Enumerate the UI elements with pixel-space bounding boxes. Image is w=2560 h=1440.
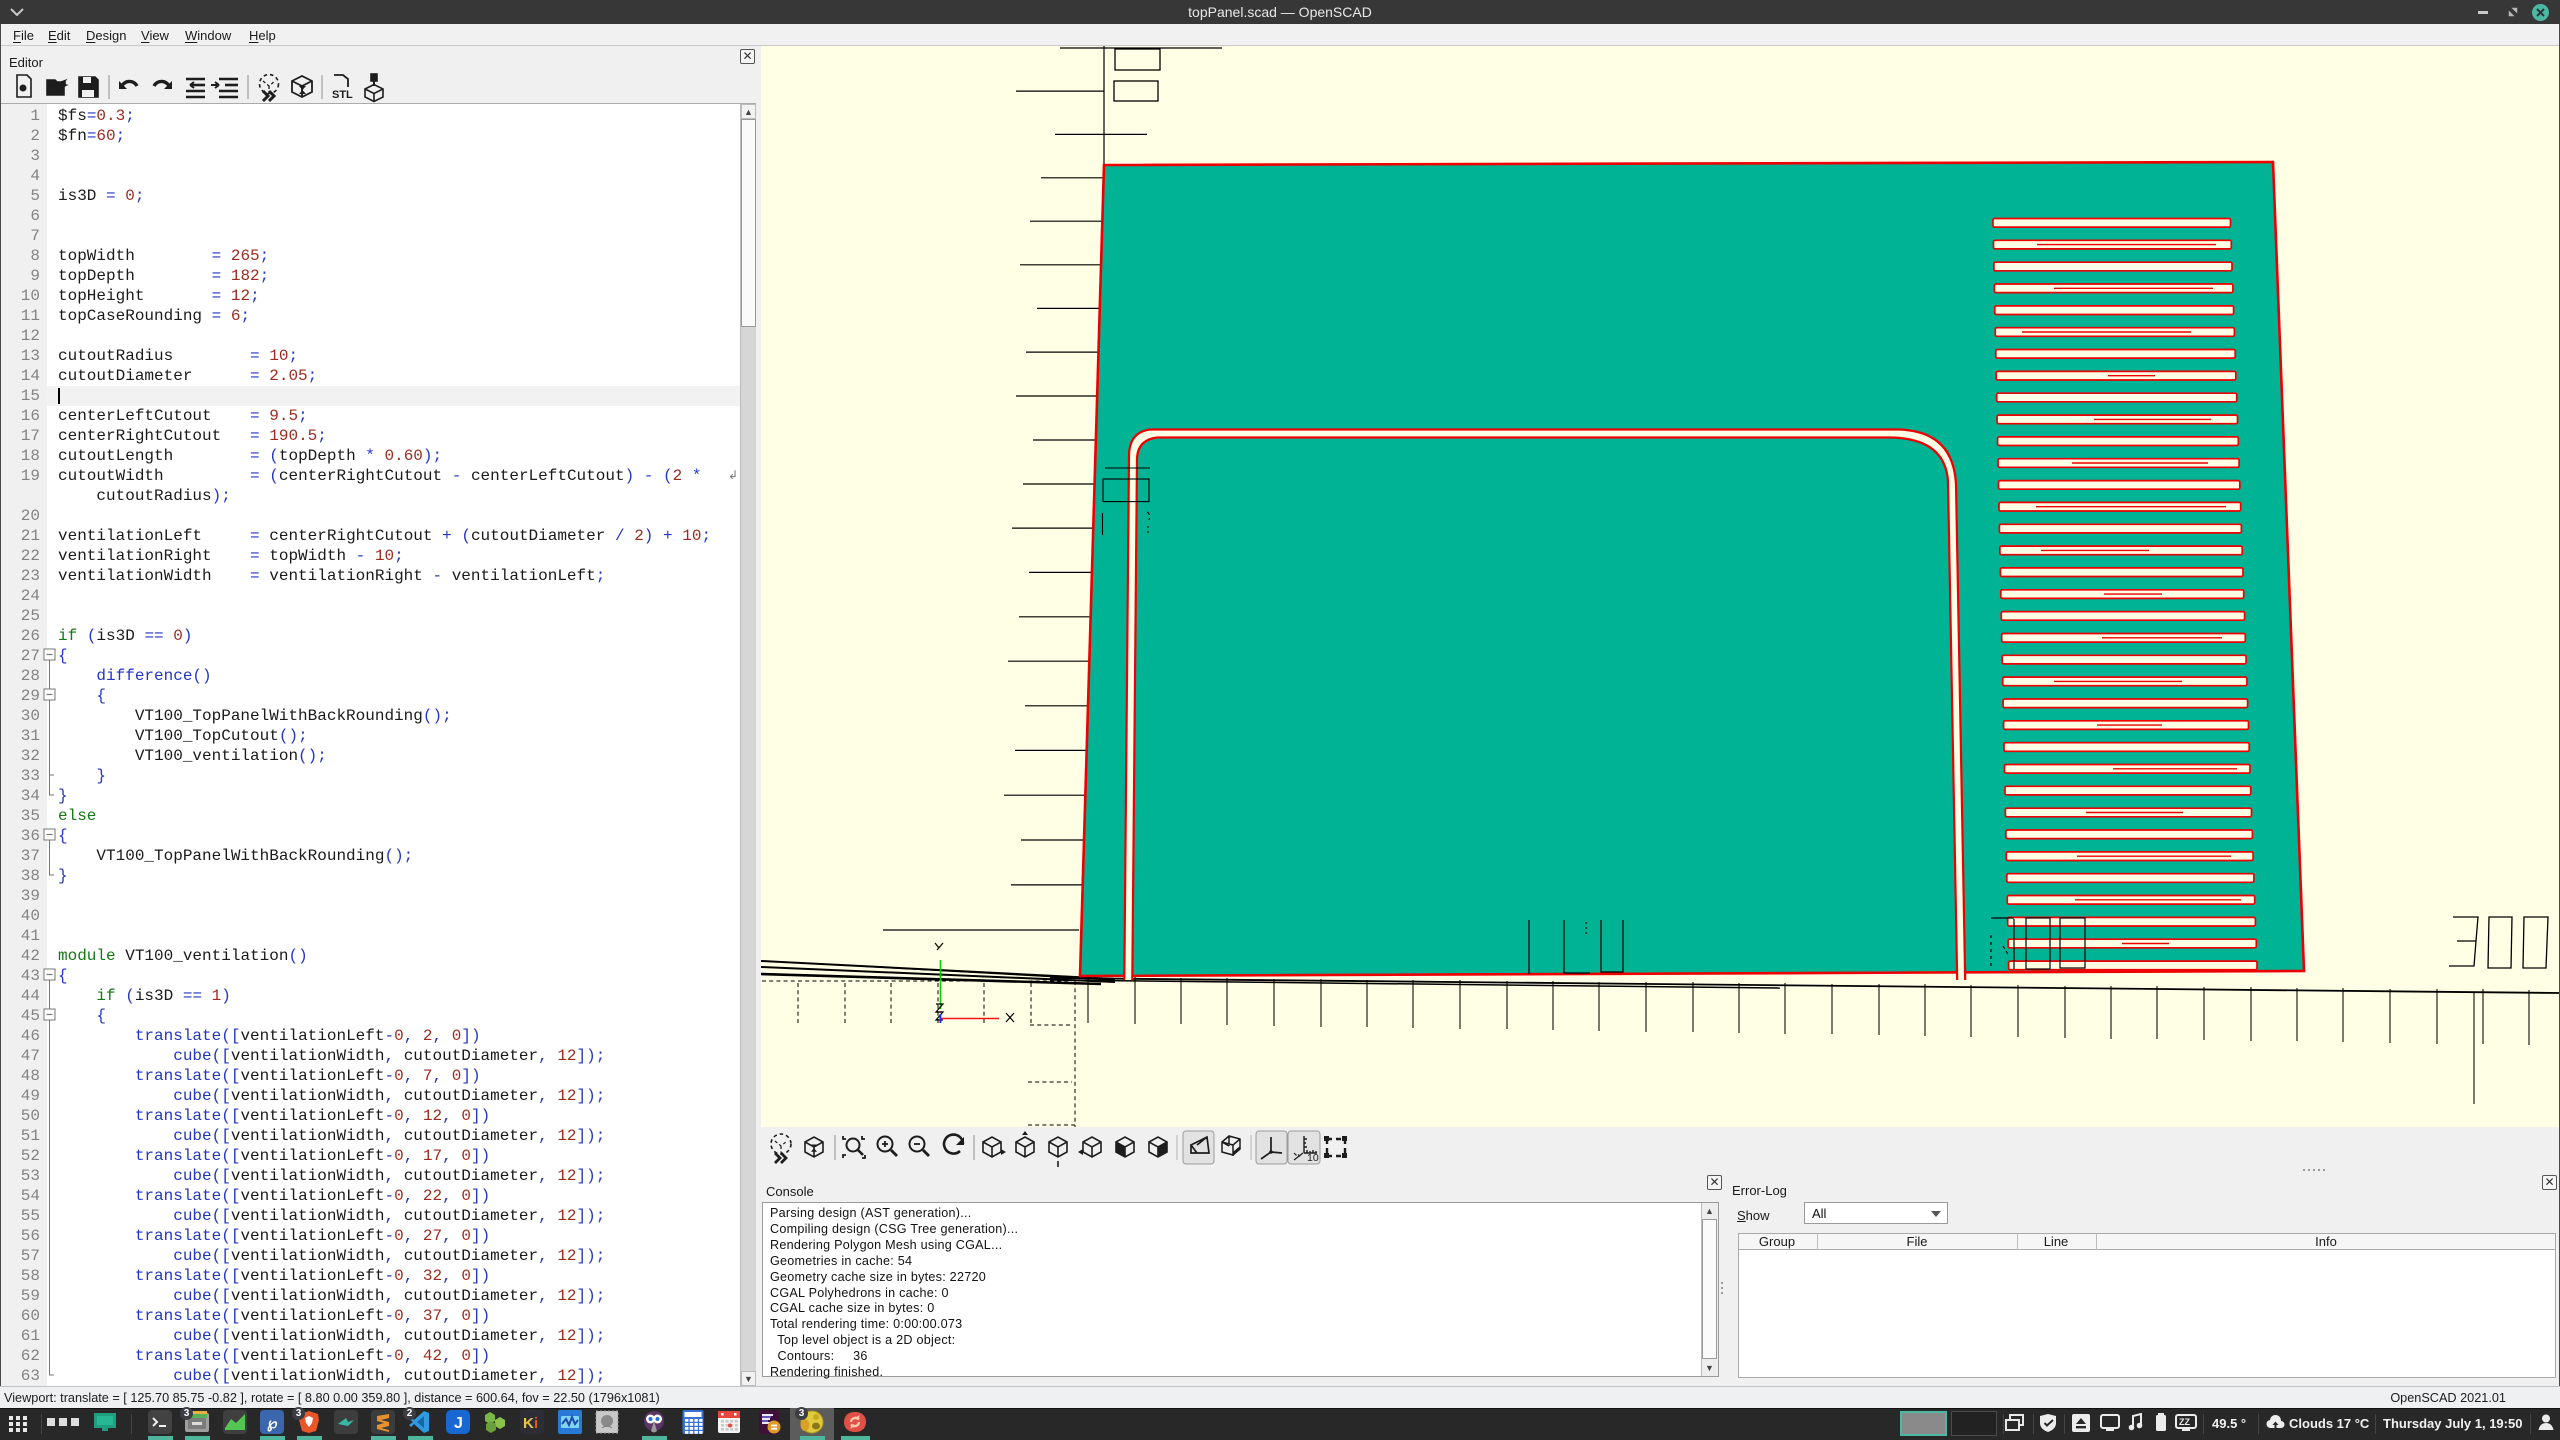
svg-text:i: i — [534, 1415, 538, 1432]
svg-text:ZZ: ZZ — [2179, 1417, 2190, 1427]
svg-text:STL: STL — [332, 89, 353, 101]
svg-text:℘: ℘ — [267, 1416, 278, 1432]
svg-text:J: J — [454, 1415, 463, 1432]
svg-text:K: K — [523, 1415, 534, 1432]
svg-text:10: 10 — [1307, 1152, 1319, 1164]
